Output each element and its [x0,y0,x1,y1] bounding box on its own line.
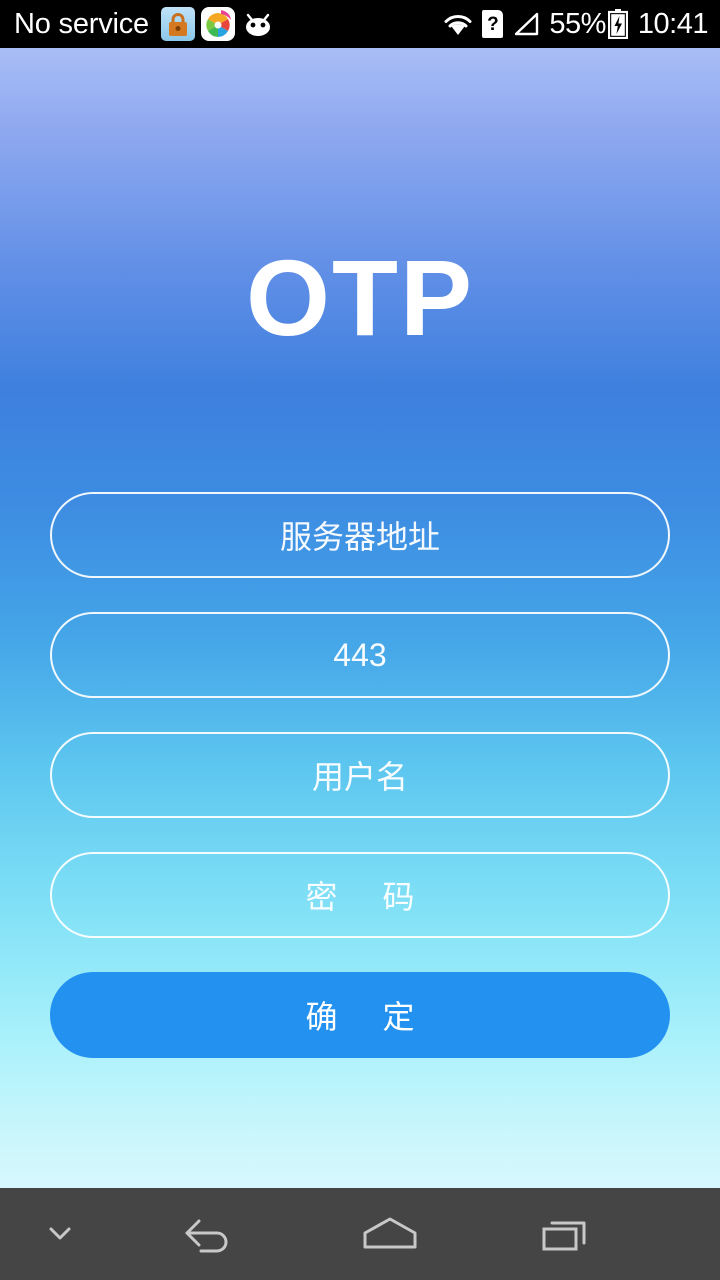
status-bar: No service ? 55% 10:41 [0,0,720,48]
recents-icon [542,1221,586,1251]
navigation-bar [0,1188,720,1280]
recents-button[interactable] [480,1188,660,1280]
server-address-input[interactable]: 服务器地址 [50,492,670,578]
status-bar-right: ? 55% 10:41 [434,7,709,41]
wifi-icon [444,15,472,35]
battery-charging-icon [607,9,628,39]
app-content: OTP 服务器地址 443 用户名 密 码 确 定 [0,48,720,1188]
pinwheel-app-icon[interactable] [201,7,235,41]
lock-keyhole [175,26,181,31]
battery-percent-label: 55% [549,7,606,40]
back-icon [185,1219,228,1253]
signal-empty-icon [515,12,539,36]
home-button[interactable] [300,1188,480,1280]
lock-icon[interactable] [161,7,195,41]
sim-missing-glyph: ? [487,13,499,35]
app-title: OTP [245,237,474,358]
back-button[interactable] [120,1188,300,1280]
carrier-label: No service [14,7,149,40]
cyanogen-robot-icon[interactable] [241,7,275,41]
port-input[interactable]: 443 [50,612,670,698]
password-input[interactable]: 密 码 [50,852,670,938]
clock-label: 10:41 [637,7,709,40]
sim-missing-icon: ? [482,10,504,38]
hide-keyboard-icon [49,1227,71,1240]
home-icon [363,1217,417,1249]
phone-screen: No service ? 55% 10:41 OTP 服务器地址 443 用户名… [0,0,720,1280]
hide-keyboard-button[interactable] [0,1188,120,1280]
username-input[interactable]: 用户名 [50,732,670,818]
status-bar-left: No service [14,7,434,41]
confirm-button[interactable]: 确 定 [50,972,670,1058]
